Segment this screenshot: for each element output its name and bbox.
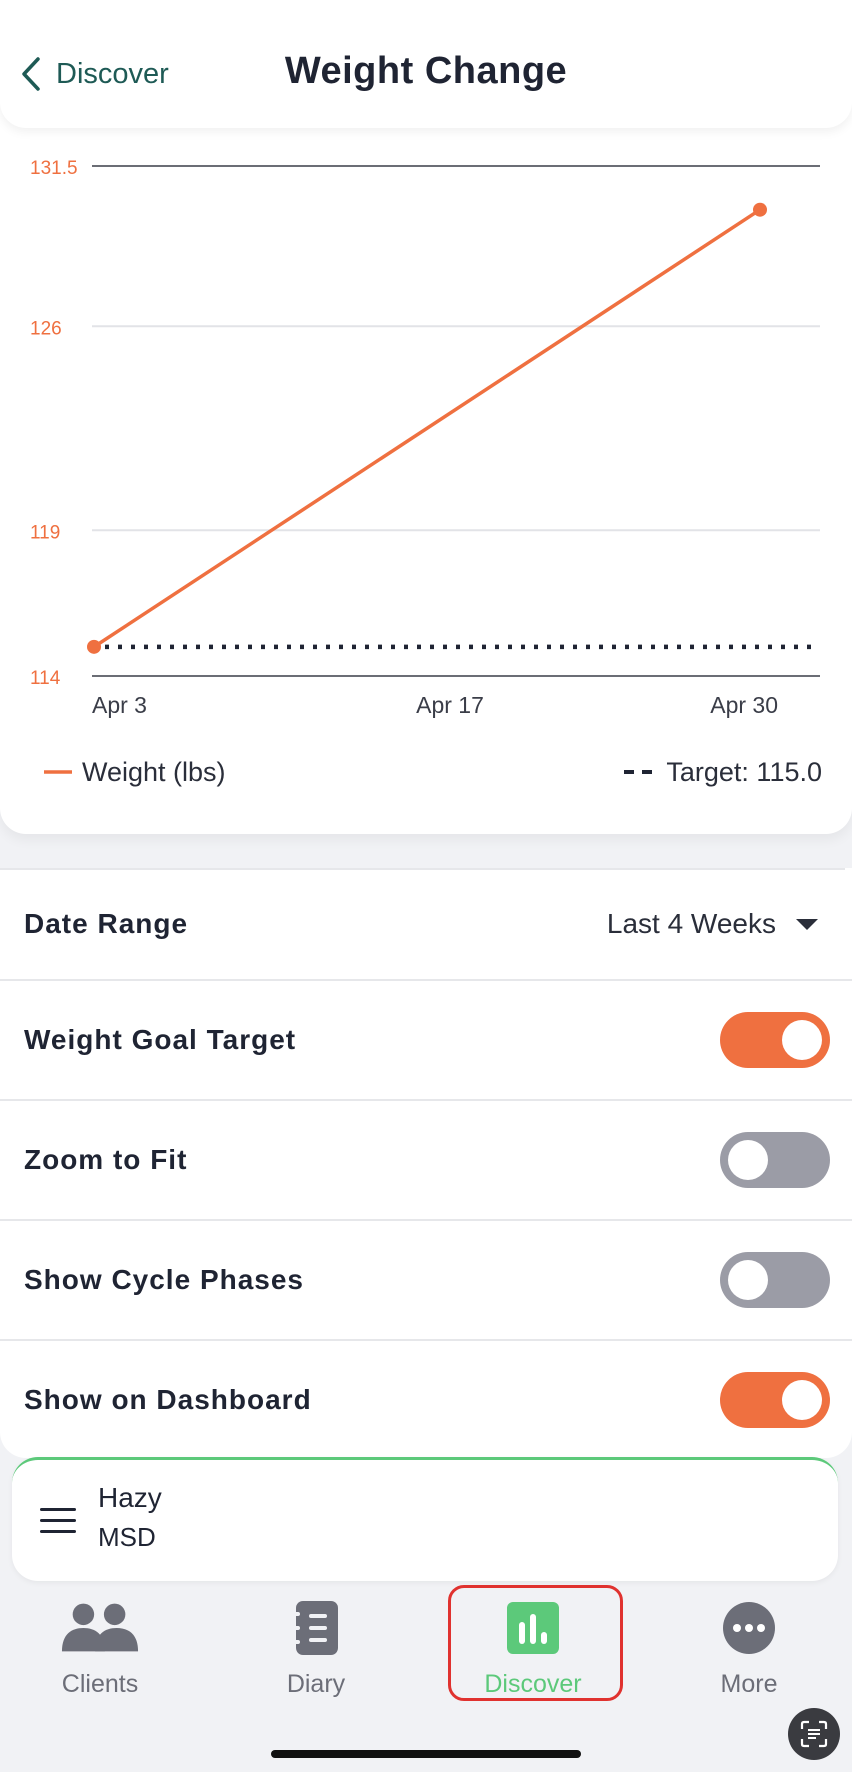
- notebook-icon: [276, 1598, 356, 1658]
- x-tick-label: Apr 3: [92, 692, 147, 718]
- date-range-value: Last 4 Weeks: [606, 908, 776, 939]
- toggle-knob: [782, 1020, 822, 1060]
- header: Discover Weight Change: [0, 0, 852, 128]
- date-range-dropdown[interactable]: Last 4 Weeks: [607, 908, 828, 940]
- settings-panel: Date Range Last 4 Weeks Weight Goal Targ…: [0, 868, 852, 1458]
- show-cycle-phases-row: Show Cycle Phases: [0, 1221, 852, 1339]
- menu-icon[interactable]: [40, 1508, 76, 1534]
- tab-clients[interactable]: Clients: [15, 1598, 185, 1710]
- page-title: Weight Change: [284, 50, 568, 92]
- toggle-knob: [782, 1380, 822, 1420]
- y-tick-label: 131.5: [30, 158, 78, 179]
- tab-label: More: [720, 1670, 778, 1698]
- tab-diary[interactable]: Diary: [231, 1598, 401, 1710]
- date-range-label: Date Range: [24, 908, 189, 939]
- tab-label: Clients: [61, 1670, 139, 1698]
- y-tick-label: 126: [30, 318, 62, 339]
- tab-more[interactable]: More: [664, 1598, 834, 1710]
- toggle-knob: [728, 1140, 768, 1180]
- show-on-dashboard-label: Show on Dashboard: [24, 1384, 312, 1415]
- more-icon: [709, 1598, 789, 1658]
- client-selector[interactable]: Hazy MSD: [12, 1457, 838, 1581]
- y-tick-label: 114: [30, 668, 61, 689]
- client-name: Hazy: [98, 1482, 162, 1513]
- show-on-dashboard-row: Show on Dashboard: [0, 1341, 852, 1459]
- date-range-row[interactable]: Date Range Last 4 Weeks: [0, 868, 852, 980]
- zoom-to-fit-toggle[interactable]: [720, 1132, 830, 1188]
- weight-data-point: [87, 639, 101, 654]
- scan-icon[interactable]: [788, 1708, 840, 1760]
- toggle-knob: [728, 1260, 768, 1300]
- weight-goal-target-toggle[interactable]: [720, 1012, 830, 1068]
- client-subtitle: MSD: [98, 1522, 156, 1552]
- show-cycle-phases-label: Show Cycle Phases: [24, 1264, 305, 1295]
- zoom-to-fit-row: Zoom to Fit: [0, 1101, 852, 1219]
- chart-card: 131.5 126 119 114 Apr 3 Apr 17 Apr 30 Weight (l…: [0, 100, 852, 834]
- y-tick-label: 119: [30, 522, 60, 543]
- active-tab-highlight: [448, 1585, 623, 1701]
- show-on-dashboard-toggle[interactable]: [720, 1372, 830, 1428]
- tab-label: Diary: [286, 1670, 346, 1698]
- weight-legend-label: Weight (lbs): [82, 757, 226, 787]
- weight-series-line: [93, 208, 761, 649]
- people-icon: [60, 1598, 140, 1658]
- show-cycle-phases-toggle[interactable]: [720, 1252, 830, 1308]
- x-tick-label: Apr 17: [416, 692, 484, 718]
- caret-down-icon: [796, 918, 818, 930]
- weight-data-point: [753, 202, 767, 217]
- home-indicator: [271, 1750, 581, 1758]
- target-legend-label: Target: 115.0: [666, 757, 822, 787]
- weight-goal-target-label: Weight Goal Target: [24, 1024, 297, 1055]
- weight-chart: 131.5 126 119 114 Apr 3 Apr 17 Apr 30 Weight (l…: [30, 158, 822, 787]
- weight-goal-target-row: Weight Goal Target: [0, 981, 852, 1099]
- zoom-to-fit-label: Zoom to Fit: [24, 1144, 188, 1175]
- tab-bar: Clients Diary Discover More: [0, 1590, 852, 1772]
- x-tick-label: Apr 30: [710, 692, 778, 718]
